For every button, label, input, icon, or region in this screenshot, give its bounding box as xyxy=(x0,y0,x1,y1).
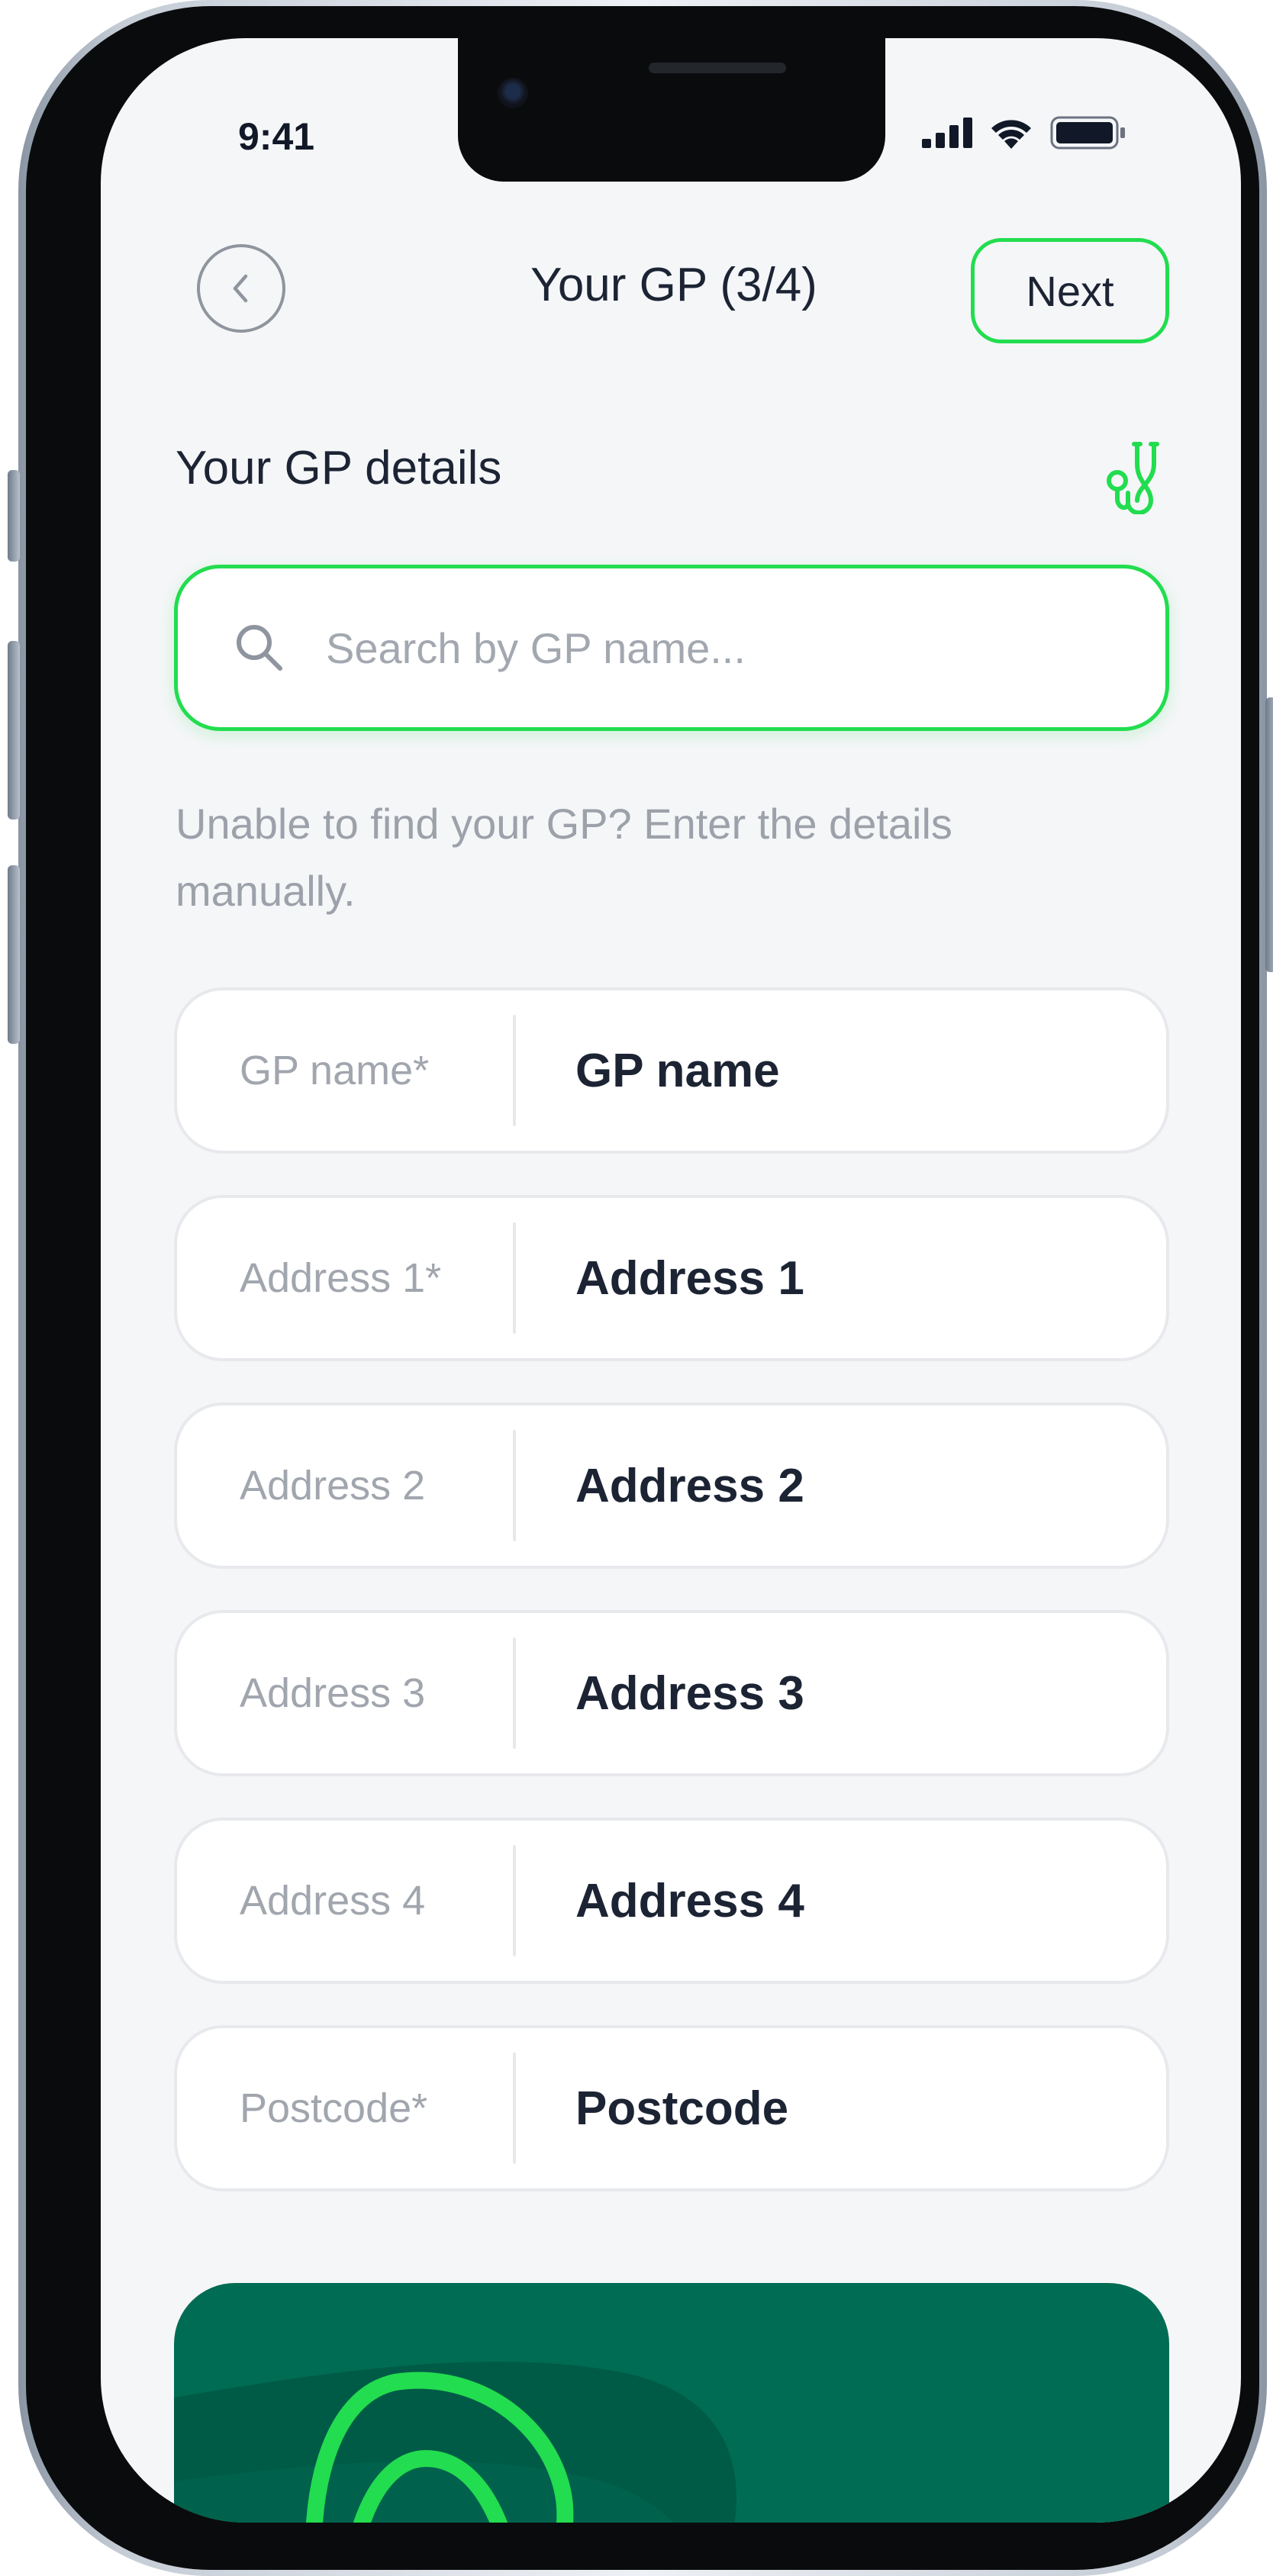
field-label: Address 4 xyxy=(240,1878,426,1924)
card-decoration xyxy=(174,2362,736,2523)
silent-switch xyxy=(8,470,20,562)
field-divider xyxy=(513,1222,516,1334)
helper-text: Unable to find your GP? Enter the detail… xyxy=(176,800,952,915)
wifi-icon xyxy=(991,120,1031,149)
gp-search-box[interactable] xyxy=(174,565,1169,731)
volume-down-button xyxy=(8,865,20,1044)
phone-bezel: 9:41 Your GP (3/4) Next Your GP details … xyxy=(26,6,1259,2570)
address-4-input[interactable]: Address 4 xyxy=(575,1874,1155,1928)
field-label: Postcode* xyxy=(240,2085,428,2131)
field-divider xyxy=(513,1430,516,1541)
field-divider xyxy=(513,1845,516,1956)
address-1-input[interactable]: Address 1 xyxy=(575,1251,1155,1306)
front-camera xyxy=(498,78,528,108)
field-label: Address 3 xyxy=(240,1670,426,1716)
gp-name-input[interactable]: GP name xyxy=(575,1044,1155,1098)
field-divider xyxy=(513,1015,516,1126)
address-1-field[interactable]: Address 1* Address 1 xyxy=(174,1195,1169,1361)
field-label: GP name* xyxy=(240,1048,430,1093)
notch xyxy=(458,38,885,182)
app-screen: 9:41 Your GP (3/4) Next Your GP details … xyxy=(101,38,1241,2523)
gp-search-input[interactable] xyxy=(324,622,1088,674)
promo-card xyxy=(174,2283,1169,2523)
volume-up-button xyxy=(8,641,20,819)
address-2-field[interactable]: Address 2 Address 2 xyxy=(174,1402,1169,1569)
phone-frame: 9:41 Your GP (3/4) Next Your GP details … xyxy=(8,0,1273,2576)
status-time: 9:41 xyxy=(238,115,315,158)
power-button xyxy=(1265,697,1273,972)
address-4-field[interactable]: Address 4 Address 4 xyxy=(174,1818,1169,1984)
address-3-input[interactable]: Address 3 xyxy=(575,1666,1155,1721)
field-divider xyxy=(513,2053,516,2164)
battery-icon xyxy=(1050,116,1125,150)
field-divider xyxy=(513,1637,516,1749)
field-label: Address 2 xyxy=(240,1463,426,1509)
gp-name-field[interactable]: GP name* GP name xyxy=(174,987,1169,1154)
address-3-field[interactable]: Address 3 Address 3 xyxy=(174,1610,1169,1776)
status-icons xyxy=(922,116,1126,150)
next-button[interactable]: Next xyxy=(971,238,1169,343)
cellular-signal-icon xyxy=(922,118,972,148)
field-label: Address 1* xyxy=(240,1255,442,1301)
stethoscope-icon xyxy=(1107,442,1159,514)
address-2-input[interactable]: Address 2 xyxy=(575,1459,1155,1513)
search-icon xyxy=(237,625,282,671)
postcode-input[interactable]: Postcode xyxy=(575,2082,1155,2136)
earpiece-speaker xyxy=(649,63,786,73)
section-title: Your GP details xyxy=(176,442,502,494)
postcode-field[interactable]: Postcode* Postcode xyxy=(174,2025,1169,2191)
